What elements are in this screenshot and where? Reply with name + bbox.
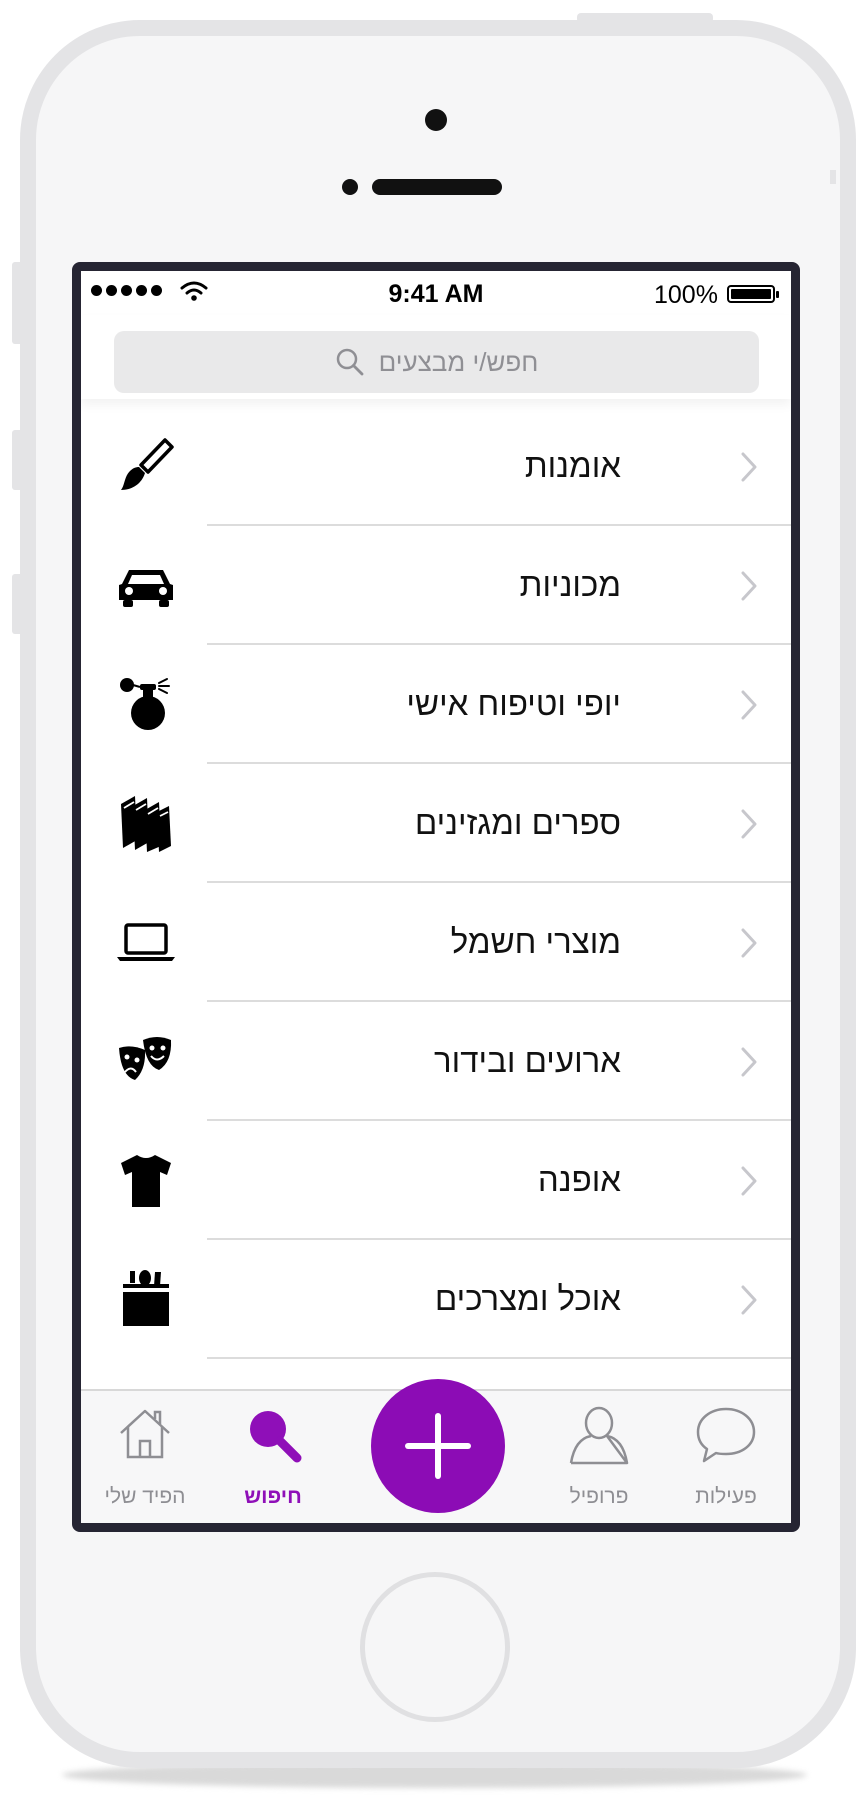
books-icon [121,796,171,852]
chevron-right-icon [741,452,757,482]
earpiece-speaker [372,179,502,195]
theater-masks-icon [119,1037,172,1080]
category-label: ספרים ומגזינים [414,804,621,841]
car-icon [119,570,173,607]
home-icon [120,1409,170,1459]
category-item-food[interactable]: אוכל ומצרכים [81,1240,791,1359]
category-label: מוצרי חשמל [450,923,621,960]
tab-activity[interactable]: פעילות [666,1391,786,1523]
tab-label: הפיד שלי [104,1485,186,1508]
category-item-art[interactable]: אומנות [81,407,791,526]
category-list: אומנות מכוניות יופי וטיפוח אישי ספרים ומ… [81,407,791,1389]
category-label: ארועים ובידור [434,1042,621,1079]
tab-label: פעילות [695,1485,757,1508]
laptop-icon [117,923,175,961]
category-item-events[interactable]: ארועים ובידור [81,1002,791,1121]
chevron-right-icon [741,928,757,958]
proximity-sensor [342,179,358,195]
home-button[interactable] [360,1572,510,1722]
plus-icon [405,1413,471,1479]
add-deal-button[interactable] [371,1379,505,1513]
grocery-bag-icon [123,1270,169,1326]
category-label: אומנות [524,447,621,484]
chevron-right-icon [741,690,757,720]
battery-icon [727,285,779,303]
chevron-right-icon [741,571,757,601]
category-label: יופי וטיפוח אישי [406,685,621,722]
status-bar: 9:41 AM 100% [81,271,791,315]
search-input[interactable]: חפש/י מבצעים [114,331,759,393]
category-label: מכוניות [519,566,621,603]
search-bar: חפש/י מבצעים [81,315,791,399]
category-item-fashion[interactable]: אופנה [81,1121,791,1240]
chevron-right-icon [741,809,757,839]
antenna-line [830,170,836,184]
search-placeholder: חפש/י מבצעים [378,346,539,377]
category-item-beauty[interactable]: יופי וטיפוח אישי [81,645,791,764]
chevron-right-icon [741,1166,757,1196]
tab-label: פרופיל [569,1485,629,1508]
category-item-cars[interactable]: מכוניות [81,526,791,645]
tab-label: חיפוש [244,1485,302,1508]
antenna-line [20,170,26,184]
perfume-icon [120,678,170,730]
category-item-books[interactable]: ספרים ומגזינים [81,764,791,883]
app-screen: 9:41 AM 100% חפש/י מבצעים אומנות מכוניות… [72,262,800,1532]
search-icon [250,1411,302,1463]
battery-percentage: 100% [654,281,718,309]
chevron-right-icon [741,1285,757,1315]
tab-profile[interactable]: פרופיל [539,1391,659,1523]
person-icon [569,1406,629,1465]
speech-bubble-icon [696,1407,756,1463]
tab-search[interactable]: חיפוש [213,1391,333,1523]
tab-bar: הפיד שלי חיפוש פרופיל פעילות [81,1379,791,1523]
tshirt-icon [121,1155,171,1207]
search-icon [336,348,364,376]
category-label: אופנה [537,1161,621,1198]
paintbrush-icon [121,438,174,490]
category-label: אוכל ומצרכים [434,1280,621,1317]
tab-my-feed[interactable]: הפיד שלי [85,1391,205,1523]
category-item-electronics[interactable]: מוצרי חשמל [81,883,791,1002]
chevron-right-icon [741,1047,757,1077]
front-camera [425,109,447,131]
